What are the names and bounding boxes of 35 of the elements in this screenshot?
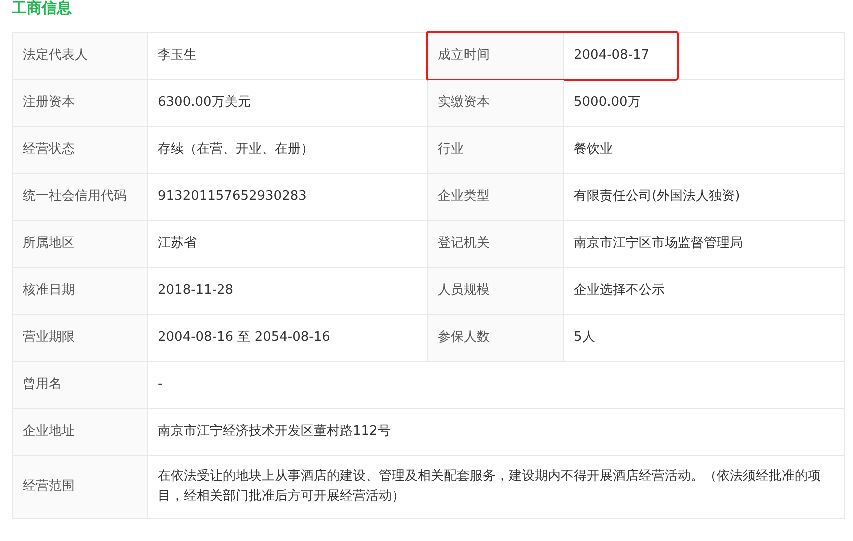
- field-label: 经营范围: [23, 478, 75, 496]
- field-label: 人员规模: [438, 282, 490, 300]
- field-value: 存续（在营、开业、在册）: [158, 141, 314, 159]
- field-value: 5000.00万: [574, 94, 641, 112]
- field-label: 核准日期: [23, 282, 75, 300]
- field-value: 6300.00万美元: [158, 94, 251, 112]
- field-value: 5人: [574, 329, 596, 347]
- field-label: 所属地区: [23, 235, 75, 253]
- field-label: 成立时间: [438, 47, 490, 65]
- field-value: 有限责任公司(外国法人独资): [574, 188, 740, 206]
- field-label: 参保人数: [438, 329, 490, 347]
- field-value: 餐饮业: [574, 141, 613, 159]
- field-label: 法定代表人: [23, 47, 88, 65]
- field-value: 2018-11-28: [158, 282, 234, 300]
- field-value: 在依法受让的地块上从事酒店的建设、管理及相关配套服务，建设期内不得开展酒店经营活动。（依法须经批准的项目，经相关部门批准后方可开展经营活动）: [158, 468, 822, 506]
- field-label: 曾用名: [23, 376, 62, 394]
- field-value: 2004-08-17: [574, 47, 650, 65]
- field-value: 2004-08-16 至 2054-08-16: [158, 329, 330, 347]
- field-value: 李玉生: [158, 47, 197, 65]
- field-label: 行业: [438, 141, 464, 159]
- field-value: 913201157652930283: [158, 188, 307, 206]
- field-value: 江苏省: [158, 235, 197, 253]
- field-value: -: [158, 376, 163, 394]
- field-value: 企业选择不公示: [574, 282, 665, 300]
- section-title: 工商信息: [12, 0, 73, 19]
- field-value: 南京市江宁经济技术开发区董村路112号: [158, 423, 391, 441]
- field-label: 实缴资本: [438, 94, 490, 112]
- field-label: 企业地址: [23, 423, 75, 441]
- field-label: 企业类型: [438, 188, 490, 206]
- field-value: 南京市江宁区市场监督管理局: [574, 235, 743, 253]
- field-label: 统一社会信用代码: [23, 188, 127, 206]
- field-label: 营业期限: [23, 329, 75, 347]
- field-label: 经营状态: [23, 141, 75, 159]
- field-label: 注册资本: [23, 94, 75, 112]
- field-label: 登记机关: [438, 235, 490, 253]
